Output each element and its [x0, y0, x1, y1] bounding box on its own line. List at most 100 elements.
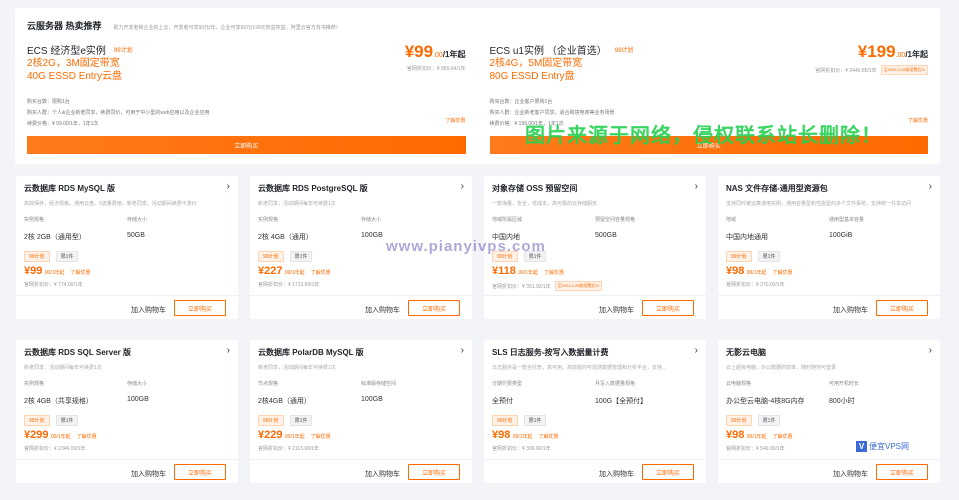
- promo-badge: 至2024.3.28前续费后%: [554, 281, 602, 291]
- offer-ecs-e: ECS 经济型e实例 99计划 2核2G，3M固定带宽 40G ESSD Entr…: [27, 42, 466, 154]
- watermark-notice: 图片来源于网络，侵权联系站长删除！: [525, 125, 882, 147]
- product-card: 云数据库 PolarDB MySQL 版 › 新老同享，活动期间每年可续费1次 …: [250, 340, 472, 483]
- chevron-right-icon[interactable]: ›: [695, 181, 698, 192]
- buy-now-button[interactable]: 立即购买: [642, 464, 694, 480]
- learn-more-link[interactable]: 了解优惠: [772, 269, 792, 276]
- field-value: 2核 2GB（通用型）: [24, 234, 86, 241]
- card-title[interactable]: 云数据库 RDS SQL Server 版: [24, 347, 230, 358]
- field-value: 100GB: [361, 396, 383, 403]
- add-to-cart-button[interactable]: 加入购物车: [131, 305, 166, 315]
- buy-now-button[interactable]: 立即购买: [408, 464, 460, 480]
- card-title[interactable]: 对象存储 OSS 预留空间: [492, 183, 698, 194]
- buy-now-button[interactable]: 立即购买: [174, 300, 226, 316]
- field-label: 分期付费类型: [492, 381, 523, 387]
- card-price: ¥98.99/1年起 了解优惠: [492, 429, 559, 441]
- learn-more-link[interactable]: 了解优惠: [70, 269, 90, 276]
- card-title[interactable]: NAS 文件存储-通用型资源包: [726, 183, 932, 194]
- chevron-right-icon[interactable]: ›: [695, 345, 698, 356]
- buy-now-button[interactable]: 立即购买: [876, 464, 928, 480]
- offer-price: ¥199.00/1年起: [857, 42, 928, 61]
- buy-now-button[interactable]: 立即购买: [174, 464, 226, 480]
- buy-now-button[interactable]: 立即购买: [27, 136, 466, 154]
- product-card: 云数据库 RDS MySQL 版 › 高效保存，经济规格，通用云盘，0流量费用，…: [16, 176, 238, 319]
- field-label: 通用型基本容量: [829, 217, 865, 223]
- panel-title: 云服务器 热卖推荐: [27, 21, 102, 31]
- plan-tag: 99计划: [24, 415, 50, 426]
- chevron-right-icon[interactable]: ›: [929, 345, 932, 356]
- card-price: ¥98.99/1年起 了解优惠: [726, 265, 793, 277]
- add-to-cart-button[interactable]: 加入购物车: [833, 469, 868, 479]
- learn-more-link[interactable]: 了解优惠: [445, 117, 465, 124]
- field-value: 2核4GB（通用）: [258, 398, 311, 405]
- card-title[interactable]: 无影云电脑: [726, 347, 932, 358]
- card-original-price: 官网折扣价：¥ 774.00/1年: [24, 282, 83, 288]
- card-title[interactable]: 云数据库 RDS PostgreSQL 版: [258, 183, 464, 194]
- learn-more-link[interactable]: 了解优惠: [772, 433, 792, 440]
- card-title[interactable]: 云数据库 PolarDB MySQL 版: [258, 347, 464, 358]
- learn-more-link[interactable]: 了解优惠: [311, 269, 331, 276]
- learn-more-link[interactable]: 了解优惠: [908, 117, 928, 124]
- limit-tag: 限1件: [757, 415, 781, 426]
- limit-tag: 限1件: [523, 415, 547, 426]
- chevron-right-icon[interactable]: ›: [461, 181, 464, 192]
- offer-info-audience: 购买人群：企业新老客户同享，适合跨境电商等业务场景: [489, 110, 615, 116]
- card-description: 日志服务是一款全托管，高可用，高效能的可观测数据管理和分析平台，支持...: [492, 365, 667, 371]
- field-value: 全预付: [492, 398, 513, 405]
- offer-tag: 99计划: [113, 48, 133, 54]
- buy-now-button[interactable]: 立即购买: [408, 300, 460, 316]
- add-to-cart-button[interactable]: 加入购物车: [365, 305, 400, 315]
- card-original-price: 官网折扣价：¥ 549.00/1年: [726, 446, 785, 452]
- field-label: 云电脑规格: [726, 381, 752, 387]
- offer-price: ¥99.00/1年起: [404, 42, 466, 61]
- card-original-price: 官网折扣价：¥ 2113.00/1年: [258, 446, 320, 452]
- learn-more-link[interactable]: 了解优惠: [311, 433, 331, 440]
- card-description: 云上超级电脑，办公数据的效率，随时随地可登录: [726, 365, 837, 371]
- field-value: 100GB: [127, 396, 149, 403]
- limit-tag: 限1件: [55, 415, 79, 426]
- chevron-right-icon[interactable]: ›: [227, 345, 230, 356]
- limit-tag: 限1件: [289, 415, 313, 426]
- buy-now-button[interactable]: 立即购买: [876, 300, 928, 316]
- field-label: 存储大小: [127, 381, 148, 387]
- product-card: 无影云电脑 › 云上超级电脑，办公数据的效率，随时随地可登录 云电脑规格 办公型云…: [718, 340, 940, 483]
- field-label: 实例规格: [258, 217, 279, 223]
- offer-info-renewal: 续费价格：¥ 99.00/1年，1年1次: [27, 121, 99, 127]
- field-label: 存储大小: [361, 217, 382, 223]
- card-price: ¥227.99/1年起 了解优惠: [258, 265, 331, 277]
- add-to-cart-button[interactable]: 加入购物车: [599, 469, 634, 479]
- offer-info-quota: 购买台数：限购1台: [27, 99, 70, 105]
- add-to-cart-button[interactable]: 加入购物车: [365, 469, 400, 479]
- field-label: 实例规格: [24, 381, 45, 387]
- card-original-price: 官网折扣价：¥ 2346.00/1年: [24, 446, 86, 452]
- buy-now-button[interactable]: 立即购买: [642, 300, 694, 316]
- add-to-cart-button[interactable]: 加入购物车: [833, 305, 868, 315]
- learn-more-link[interactable]: 了解优惠: [544, 269, 564, 276]
- card-description: 支持同时被运算通用实例，通用容量型和性能型的多个文件系统，支持统一共享访问: [726, 201, 912, 207]
- chevron-right-icon[interactable]: ›: [461, 345, 464, 356]
- add-to-cart-button[interactable]: 加入购物车: [599, 305, 634, 315]
- field-value: 500GB: [595, 232, 617, 239]
- chevron-right-icon[interactable]: ›: [929, 181, 932, 192]
- field-label: 实例规格: [24, 217, 45, 223]
- card-title[interactable]: 云数据库 RDS MySQL 版: [24, 183, 230, 194]
- add-to-cart-button[interactable]: 加入购物车: [131, 469, 166, 479]
- card-title[interactable]: SLS 日志服务-按写入数据量计费: [492, 347, 698, 358]
- plan-tag: 99计划: [24, 251, 50, 262]
- chevron-right-icon[interactable]: ›: [227, 181, 230, 192]
- card-price: ¥118.99/1年起 了解优惠: [492, 265, 565, 277]
- learn-more-link[interactable]: 了解优惠: [77, 433, 97, 440]
- field-value: 2核 4GB（共享规格）: [24, 398, 93, 405]
- card-description: 新老同享，活动期间每年可续费1次: [258, 201, 336, 207]
- card-description: 高效保存，经济规格，通用云盘，0流量费用，新老同享，活动期间续费不涨价: [24, 201, 197, 207]
- field-label: 月写入数据量规格: [595, 381, 636, 387]
- limit-tag: 限1件: [289, 251, 313, 262]
- site-logo: V 便宜VPS网: [856, 441, 909, 452]
- offer-info-audience: 购买人群：个人&企业新老同享，续费同价，可用于中小型的web应用以及企业应用: [27, 110, 210, 116]
- card-original-price: 官网折扣价：¥ 1713.60/1年: [258, 282, 320, 288]
- field-label: 可用开机时长: [829, 381, 860, 387]
- card-description: 一款海量，安全，低成本，高可靠的云存储服务: [492, 201, 598, 207]
- limit-tag: 限1件: [55, 251, 79, 262]
- field-value: 100GiB: [829, 232, 853, 239]
- field-value: 100G【全预付】: [595, 398, 648, 405]
- learn-more-link[interactable]: 了解优惠: [538, 433, 558, 440]
